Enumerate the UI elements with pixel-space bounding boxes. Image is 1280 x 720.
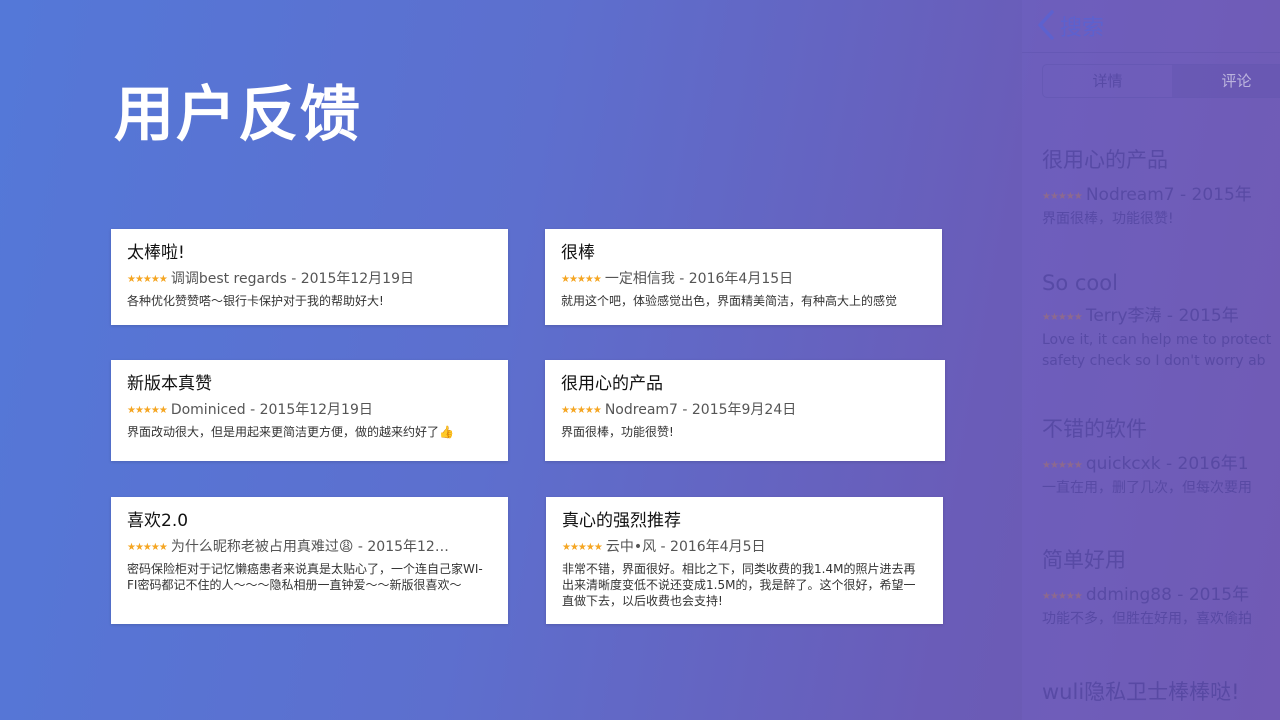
side-review-body: 一直在用，删了几次，但每次要用 <box>1042 480 1252 496</box>
review-author-date: 为什么昵称老被占用真难过😩 - 2015年12… <box>170 539 449 555</box>
side-review-title: 不错的软件 <box>1042 417 1147 441</box>
review-meta: ★★★★★ Nodream7 - 2015年9月24日 <box>561 400 929 421</box>
review-author-date: 一定相信我 - 2016年4月15日 <box>604 271 794 287</box>
rating-stars-icon: ★★★★★ <box>127 405 168 416</box>
side-review-title: So cool <box>1042 271 1118 295</box>
side-review-title: 很用心的产品 <box>1042 148 1168 172</box>
rating-stars-icon: ★★★★★ <box>1042 312 1083 323</box>
review-card[interactable]: 很棒 ★★★★★ 一定相信我 - 2016年4月15日 就用这个吧，体验感觉出色，… <box>545 229 942 325</box>
rating-stars-icon: ★★★★★ <box>1042 591 1083 602</box>
review-body: 界面很棒，功能很赞! <box>561 425 674 439</box>
side-review-title: wuli隐私卫士棒棒哒! <box>1042 680 1240 704</box>
review-author-date: Dominiced - 2015年12月19日 <box>170 402 373 418</box>
rating-stars-icon: ★★★★★ <box>1042 191 1083 202</box>
rating-stars-icon: ★★★★★ <box>561 405 602 416</box>
side-review-author-date: Nodream7 - 2015年 <box>1085 185 1252 205</box>
rating-stars-icon: ★★★★★ <box>562 542 603 553</box>
side-review-author-date: quickcxk - 2016年1 <box>1085 454 1249 474</box>
side-review-item[interactable]: So cool ★★★★★ Terry李涛 - 2015年 Love it, it… <box>1042 271 1280 372</box>
review-card[interactable]: 新版本真赞 ★★★★★ Dominiced - 2015年12月19日 界面改动很… <box>111 360 508 461</box>
side-review-author-date: Terry李涛 - 2015年 <box>1085 306 1239 326</box>
review-body: 就用这个吧，体验感觉出色，界面精美简洁，有种高大上的感觉 <box>561 294 898 308</box>
side-review-body: 功能不多，但胜在好用，喜欢偷拍 <box>1042 611 1252 627</box>
rating-stars-icon: ★★★★★ <box>561 274 602 285</box>
side-review-item[interactable]: 简单好用 ★★★★★ ddming88 - 2015年 功能不多，但胜在好用，喜欢… <box>1042 544 1280 630</box>
segment-reviews[interactable]: 评论 <box>1172 65 1280 97</box>
segmented-control: 详情 评论 <box>1042 64 1280 98</box>
back-button-label[interactable]: 搜索 <box>1060 10 1104 42</box>
review-meta: ★★★★★ 调调best regards - 2015年12月19日 <box>127 269 492 290</box>
side-review-meta: ★★★★★ Nodream7 - 2015年 <box>1042 180 1280 205</box>
chevron-left-icon[interactable] <box>1032 8 1062 42</box>
side-review-body: 界面很棒，功能很赞! <box>1042 211 1174 227</box>
side-review-author-date: ddming88 - 2015年 <box>1085 585 1250 605</box>
side-review-item[interactable]: wuli隐私卫士棒棒哒! <box>1042 676 1280 706</box>
review-card[interactable]: 喜欢2.0 ★★★★★ 为什么昵称老被占用真难过😩 - 2015年12… 密码保险… <box>111 497 508 624</box>
review-title: 真心的强烈推荐 <box>562 511 681 531</box>
review-card[interactable]: 很用心的产品 ★★★★★ Nodream7 - 2015年9月24日 界面很棒，功… <box>545 360 945 461</box>
review-title: 很用心的产品 <box>561 374 663 394</box>
review-title: 新版本真赞 <box>127 374 212 394</box>
review-meta: ★★★★★ 云中•风 - 2016年4月5日 <box>562 537 927 558</box>
review-body: 各种优化赞赞嗒～银行卡保护对于我的帮助好大! <box>127 294 384 308</box>
review-title: 喜欢2.0 <box>127 511 189 531</box>
review-body: 密码保险柜对于记忆懒癌患者来说真是太贴心了，一个连自己家WI-FI密码都记不住的… <box>127 562 483 592</box>
side-nav-bar: 搜索 <box>1022 0 1280 53</box>
segment-details[interactable]: 详情 <box>1043 65 1172 97</box>
review-card[interactable]: 真心的强烈推荐 ★★★★★ 云中•风 - 2016年4月5日 非常不错，界面很好。… <box>546 497 943 624</box>
review-title: 很棒 <box>561 243 595 263</box>
review-card[interactable]: 太棒啦! ★★★★★ 调调best regards - 2015年12月19日 各… <box>111 229 508 325</box>
rating-stars-icon: ★★★★★ <box>1042 460 1083 471</box>
side-review-meta: ★★★★★ ddming88 - 2015年 <box>1042 580 1280 605</box>
side-review-body: Love it, it can help me to protect <box>1042 332 1272 348</box>
page-title: 用户反馈 <box>114 80 362 150</box>
side-review-meta: ★★★★★ Terry李涛 - 2015年 <box>1042 301 1280 326</box>
review-meta: ★★★★★ 一定相信我 - 2016年4月15日 <box>561 269 926 290</box>
review-meta: ★★★★★ Dominiced - 2015年12月19日 <box>127 400 492 421</box>
review-meta: ★★★★★ 为什么昵称老被占用真难过😩 - 2015年12… <box>127 537 492 558</box>
side-review-meta: ★★★★★ quickcxk - 2016年1 <box>1042 449 1280 474</box>
side-review-item[interactable]: 不错的软件 ★★★★★ quickcxk - 2016年1 一直在用，删了几次，但… <box>1042 413 1280 499</box>
rating-stars-icon: ★★★★★ <box>127 542 168 553</box>
review-body: 非常不错，界面很好。相比之下，同类收费的我1.4M的照片进去再出来清晰度变低不说… <box>562 562 916 608</box>
review-author-date: Nodream7 - 2015年9月24日 <box>604 402 797 418</box>
side-review-body: safety check so I don't worry ab <box>1042 353 1266 369</box>
rating-stars-icon: ★★★★★ <box>127 274 168 285</box>
review-author-date: 云中•风 - 2016年4月5日 <box>605 539 766 555</box>
review-body: 界面改动很大，但是用起来更简洁更方便，做的越来约好了👍 <box>127 425 454 439</box>
side-panel: 搜索 详情 评论 很用心的产品 ★★★★★ Nodream7 - 2015年 界面… <box>1022 0 1280 720</box>
review-title: 太棒啦! <box>127 243 185 263</box>
side-review-item[interactable]: 很用心的产品 ★★★★★ Nodream7 - 2015年 界面很棒，功能很赞! <box>1042 144 1280 230</box>
review-author-date: 调调best regards - 2015年12月19日 <box>170 271 414 287</box>
side-review-title: 简单好用 <box>1042 548 1126 572</box>
